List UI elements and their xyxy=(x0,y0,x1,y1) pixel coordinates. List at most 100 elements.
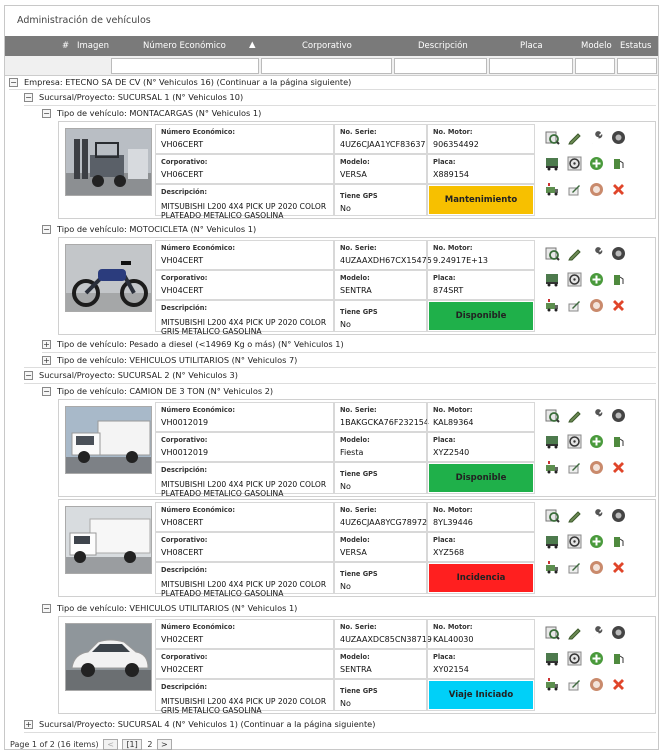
chart-truck-icon[interactable] xyxy=(545,182,560,197)
group-utilitarios-2[interactable]: − Tipo de vehículo: VEHICULOS UTILITARIOS… xyxy=(42,601,297,615)
steering-wheel-icon[interactable] xyxy=(567,651,582,666)
delete-icon[interactable] xyxy=(611,460,626,475)
chart-truck-icon[interactable] xyxy=(545,560,560,575)
collapse-icon[interactable]: − xyxy=(24,93,33,102)
search-list-icon[interactable] xyxy=(545,408,560,423)
group-utilitarios-1[interactable]: + Tipo de vehículo: VEHICULOS UTILITARIOS… xyxy=(42,353,297,367)
filter-model-input[interactable] xyxy=(575,58,615,74)
col-image[interactable]: Imagen xyxy=(77,41,109,51)
col-model[interactable]: Modelo xyxy=(581,41,612,51)
pencil-icon[interactable] xyxy=(567,625,582,640)
chart-truck-icon[interactable] xyxy=(545,298,560,313)
col-status[interactable]: Estatus xyxy=(620,41,652,51)
fuel-icon[interactable] xyxy=(611,434,626,449)
steering-wheel-icon[interactable] xyxy=(567,272,582,287)
wrench-icon[interactable] xyxy=(589,508,604,523)
disable-icon[interactable] xyxy=(589,460,604,475)
search-list-icon[interactable] xyxy=(545,130,560,145)
vehicle-card[interactable]: Número Económico: VH08CERT No. Serie: 4U… xyxy=(58,499,656,598)
vehicle-card[interactable]: Número Económico: VH0012019 No. Serie: 1… xyxy=(58,399,656,498)
pen-paper-icon[interactable] xyxy=(567,460,582,475)
truck-list-icon[interactable] xyxy=(545,272,560,287)
collapse-icon[interactable]: − xyxy=(42,109,51,118)
filter-description-input[interactable] xyxy=(394,58,487,74)
search-list-icon[interactable] xyxy=(545,246,560,261)
add-icon[interactable] xyxy=(589,156,604,171)
filter-corporate-input[interactable] xyxy=(261,58,392,74)
filter-plate-input[interactable] xyxy=(489,58,573,74)
group-sucursal-4[interactable]: + Sucursal/Proyecto: SUCURSAL 4 (N° Vehic… xyxy=(24,717,375,731)
group-motocicleta[interactable]: − Tipo de vehículo: MOTOCICLETA (N° Vehic… xyxy=(42,222,256,236)
delete-icon[interactable] xyxy=(611,182,626,197)
vehicle-card[interactable]: Número Económico: VH04CERT No. Serie: 4U… xyxy=(58,237,656,336)
pen-paper-icon[interactable] xyxy=(567,677,582,692)
disable-icon[interactable] xyxy=(589,298,604,313)
steering-wheel-icon[interactable] xyxy=(567,434,582,449)
tire-icon[interactable] xyxy=(611,246,626,261)
group-sucursal-1[interactable]: − Sucursal/Proyecto: SUCURSAL 1 (N° Vehic… xyxy=(24,90,243,104)
pen-paper-icon[interactable] xyxy=(567,560,582,575)
collapse-icon[interactable]: − xyxy=(42,604,51,613)
collapse-icon[interactable]: − xyxy=(42,225,51,234)
collapse-icon[interactable]: − xyxy=(24,371,33,380)
pager-prev-button[interactable]: < xyxy=(103,739,118,750)
pen-paper-icon[interactable] xyxy=(567,182,582,197)
chart-truck-icon[interactable] xyxy=(545,677,560,692)
group-empresa[interactable]: − Empresa: ETECNO SA DE CV (N° Vehiculos … xyxy=(9,75,351,89)
group-camion[interactable]: − Tipo de vehículo: CAMION DE 3 TON (N° V… xyxy=(42,384,273,398)
truck-list-icon[interactable] xyxy=(545,156,560,171)
wrench-icon[interactable] xyxy=(589,246,604,261)
delete-icon[interactable] xyxy=(611,298,626,313)
vehicle-card[interactable]: Número Económico: VH02CERT No. Serie: 4U… xyxy=(58,616,656,715)
fuel-icon[interactable] xyxy=(611,534,626,549)
expand-icon[interactable]: + xyxy=(24,720,33,729)
tire-icon[interactable] xyxy=(611,130,626,145)
filter-status-input[interactable] xyxy=(617,58,657,74)
chart-truck-icon[interactable] xyxy=(545,460,560,475)
expand-icon[interactable]: + xyxy=(42,340,51,349)
group-montacargas[interactable]: − Tipo de vehículo: MONTACARGAS (N° Vehic… xyxy=(42,106,261,120)
pencil-icon[interactable] xyxy=(567,246,582,261)
group-sucursal-2[interactable]: − Sucursal/Proyecto: SUCURSAL 2 (N° Vehic… xyxy=(24,368,238,382)
pager-page-1[interactable]: [1] xyxy=(122,739,142,750)
fuel-icon[interactable] xyxy=(611,651,626,666)
wrench-icon[interactable] xyxy=(589,625,604,640)
col-plate[interactable]: Placa xyxy=(520,41,543,51)
pencil-icon[interactable] xyxy=(567,130,582,145)
steering-wheel-icon[interactable] xyxy=(567,156,582,171)
collapse-icon[interactable]: − xyxy=(42,387,51,396)
truck-list-icon[interactable] xyxy=(545,534,560,549)
truck-list-icon[interactable] xyxy=(545,434,560,449)
tire-icon[interactable] xyxy=(611,408,626,423)
vehicle-card[interactable]: Número Económico: VH06CERT No. Serie: 4U… xyxy=(58,121,656,220)
wrench-icon[interactable] xyxy=(589,130,604,145)
tire-icon[interactable] xyxy=(611,625,626,640)
group-diesel[interactable]: + Tipo de vehículo: Pesado a diesel (<149… xyxy=(42,337,344,351)
pager-page-2[interactable]: 2 xyxy=(147,740,152,749)
wrench-icon[interactable] xyxy=(589,408,604,423)
search-list-icon[interactable] xyxy=(545,625,560,640)
steering-wheel-icon[interactable] xyxy=(567,534,582,549)
add-icon[interactable] xyxy=(589,534,604,549)
col-corporate[interactable]: Corporativo xyxy=(302,41,352,51)
pencil-icon[interactable] xyxy=(567,408,582,423)
pen-paper-icon[interactable] xyxy=(567,298,582,313)
expand-icon[interactable]: + xyxy=(42,356,51,365)
filter-economic-input[interactable] xyxy=(111,58,259,74)
col-description[interactable]: Descripción xyxy=(418,41,468,51)
disable-icon[interactable] xyxy=(589,677,604,692)
add-icon[interactable] xyxy=(589,651,604,666)
truck-list-icon[interactable] xyxy=(545,651,560,666)
delete-icon[interactable] xyxy=(611,677,626,692)
add-icon[interactable] xyxy=(589,272,604,287)
disable-icon[interactable] xyxy=(589,560,604,575)
search-list-icon[interactable] xyxy=(545,508,560,523)
col-economic-number[interactable]: Número Económico xyxy=(143,41,226,51)
delete-icon[interactable] xyxy=(611,560,626,575)
pencil-icon[interactable] xyxy=(567,508,582,523)
col-hash[interactable]: # xyxy=(62,41,69,51)
disable-icon[interactable] xyxy=(589,182,604,197)
tire-icon[interactable] xyxy=(611,508,626,523)
fuel-icon[interactable] xyxy=(611,272,626,287)
pager-next-button[interactable]: > xyxy=(156,739,172,750)
